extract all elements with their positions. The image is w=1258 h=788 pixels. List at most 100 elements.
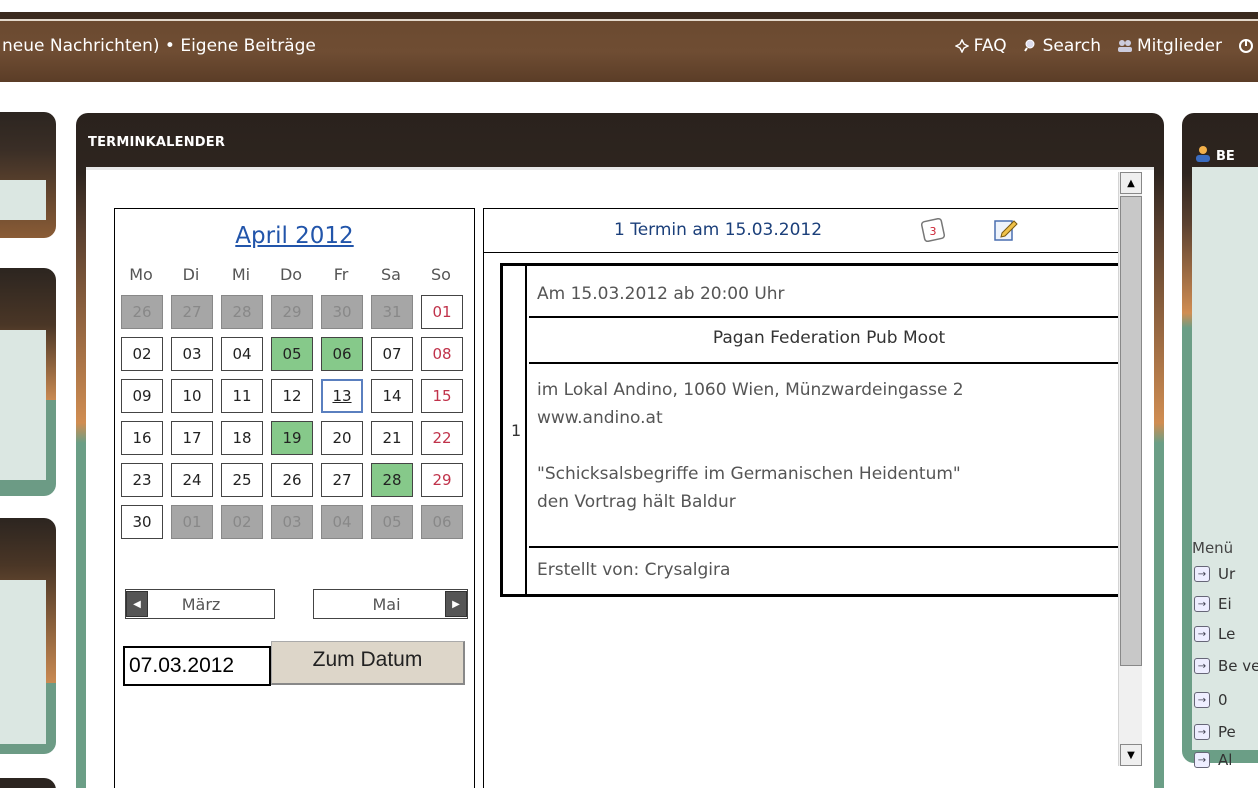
- calendar-day[interactable]: 16: [121, 421, 163, 455]
- calendar-day[interactable]: 05: [371, 505, 413, 539]
- right-menu-item[interactable]: → Pe: [1194, 723, 1236, 741]
- faq-icon: [954, 38, 970, 54]
- panel-title: TERMINKALENDER: [88, 135, 226, 150]
- vertical-scrollbar[interactable]: ▲ ▼: [1118, 172, 1142, 766]
- calendar-day[interactable]: 30: [121, 505, 163, 539]
- calendar-day[interactable]: 18: [221, 421, 263, 455]
- svg-text:3: 3: [930, 225, 937, 238]
- edit-icon[interactable]: [992, 216, 1020, 244]
- calendar-day[interactable]: 10: [171, 379, 213, 413]
- scroll-thumb[interactable]: [1120, 196, 1142, 666]
- date-input[interactable]: 07.03.2012: [123, 646, 271, 686]
- right-menu-label: 0: [1218, 691, 1228, 709]
- calendar-day[interactable]: 31: [371, 295, 413, 329]
- right-menu-label: Pe: [1218, 723, 1236, 741]
- arrow-right-icon: →: [1194, 658, 1210, 674]
- right-menu-item[interactable]: → Be ve: [1194, 657, 1258, 675]
- members-icon: [1117, 38, 1133, 54]
- search-link[interactable]: Search: [1023, 36, 1101, 56]
- calendar-day[interactable]: 06: [321, 337, 363, 371]
- event-header: 1 Termin am 15.03.2012 3: [484, 209, 1123, 253]
- arrow-right-icon: ▶: [445, 591, 467, 617]
- calendar-day[interactable]: 29: [271, 295, 313, 329]
- members-link[interactable]: Mitglieder: [1117, 36, 1222, 56]
- calendar-day[interactable]: 28: [371, 463, 413, 497]
- event-time: Am 15.03.2012 ab 20:00 Uhr: [529, 266, 1129, 318]
- calendar-day[interactable]: 19: [271, 421, 313, 455]
- next-month-button[interactable]: Mai ▶: [313, 589, 468, 619]
- calendar-day[interactable]: 02: [121, 337, 163, 371]
- calendar-day[interactable]: 04: [321, 505, 363, 539]
- calendar-day[interactable]: 04: [221, 337, 263, 371]
- calendar-day[interactable]: 15: [421, 379, 463, 413]
- event-entry: 1 Am 15.03.2012 ab 20:00 Uhr Pagan Feder…: [500, 263, 1129, 597]
- user-icon: [1194, 145, 1212, 167]
- calendar-day[interactable]: 07: [371, 337, 413, 371]
- arrow-right-icon: →: [1194, 626, 1210, 642]
- right-menu-item[interactable]: → Al: [1194, 751, 1232, 769]
- calendar-day[interactable]: 25: [221, 463, 263, 497]
- calendar-day[interactable]: 27: [321, 463, 363, 497]
- event-location: im Lokal Andino, 1060 Wien, Münzwardeing…: [537, 380, 964, 400]
- calendar-day[interactable]: 01: [421, 295, 463, 329]
- month-title-link[interactable]: April 2012: [115, 223, 474, 249]
- calendar-day[interactable]: 03: [271, 505, 313, 539]
- calendar-day[interactable]: 14: [371, 379, 413, 413]
- calendar-day[interactable]: 13: [321, 379, 363, 413]
- prev-month-button[interactable]: ◀ März: [125, 589, 275, 619]
- event-website[interactable]: www.andino.at: [537, 404, 1129, 432]
- event-description: im Lokal Andino, 1060 Wien, Münzwardeing…: [529, 364, 1129, 548]
- weekday-label: Do: [279, 265, 303, 284]
- right-menu-label: Be ve: [1218, 657, 1258, 675]
- calendar-day[interactable]: 06: [421, 505, 463, 539]
- scroll-down-button[interactable]: ▼: [1120, 744, 1142, 766]
- weekday-label: Di: [182, 265, 200, 284]
- right-menu-item[interactable]: → Ei: [1194, 595, 1232, 613]
- search-label: Search: [1042, 36, 1101, 56]
- calendar-day[interactable]: 11: [221, 379, 263, 413]
- right-menu-label: Al: [1218, 751, 1233, 769]
- calendar-day[interactable]: 05: [271, 337, 313, 371]
- calendar-day[interactable]: 30: [321, 295, 363, 329]
- go-to-date-button[interactable]: Zum Datum: [271, 641, 465, 685]
- calendar-day[interactable]: 27: [171, 295, 213, 329]
- calendar-day[interactable]: 28: [221, 295, 263, 329]
- logout-icon[interactable]: [1238, 36, 1254, 56]
- nav-links: FAQ Search Mitglieder: [954, 36, 1254, 56]
- left-side-box: [0, 518, 56, 754]
- calendar-day[interactable]: 17: [171, 421, 213, 455]
- weekday-label: Mo: [129, 265, 153, 284]
- arrow-right-icon: →: [1194, 596, 1210, 612]
- right-menu-item[interactable]: → Le: [1194, 625, 1235, 643]
- event-speaker: den Vortrag hält Baldur: [537, 492, 736, 512]
- calendar-day[interactable]: 03: [171, 337, 213, 371]
- calendar-day[interactable]: 23: [121, 463, 163, 497]
- prev-month-label: März: [181, 594, 221, 614]
- faq-link[interactable]: FAQ: [954, 36, 1007, 56]
- right-menu-item[interactable]: → Ur: [1194, 565, 1235, 583]
- calendar-day[interactable]: 09: [121, 379, 163, 413]
- calendar-day[interactable]: 24: [171, 463, 213, 497]
- right-panel-title: BE: [1194, 145, 1235, 167]
- left-side-box: [0, 778, 56, 788]
- right-panel-title-text: BE: [1216, 148, 1235, 164]
- calendar-day[interactable]: 01: [171, 505, 213, 539]
- calendar-day[interactable]: 26: [121, 295, 163, 329]
- calendar-day[interactable]: 26: [271, 463, 313, 497]
- event-header-title: 1 Termin am 15.03.2012: [614, 220, 823, 240]
- scroll-up-button[interactable]: ▲: [1120, 172, 1142, 194]
- user-links[interactable]: neue Nachrichten) • Eigene Beiträge: [2, 36, 316, 56]
- calendar-day[interactable]: 22: [421, 421, 463, 455]
- arrow-left-icon: ◀: [126, 591, 148, 617]
- calendar-day[interactable]: 20: [321, 421, 363, 455]
- event-index-cell: 1: [503, 266, 527, 594]
- calendar-day[interactable]: 12: [271, 379, 313, 413]
- right-menu-item[interactable]: → 0: [1194, 691, 1228, 709]
- calendar-day[interactable]: 02: [221, 505, 263, 539]
- calendar-day[interactable]: 29: [421, 463, 463, 497]
- left-side-box: [0, 112, 56, 238]
- calendar-day[interactable]: 08: [421, 337, 463, 371]
- calendar-day[interactable]: 21: [371, 421, 413, 455]
- weekday-label: Mi: [231, 265, 251, 284]
- calendar-icon[interactable]: 3: [920, 217, 946, 243]
